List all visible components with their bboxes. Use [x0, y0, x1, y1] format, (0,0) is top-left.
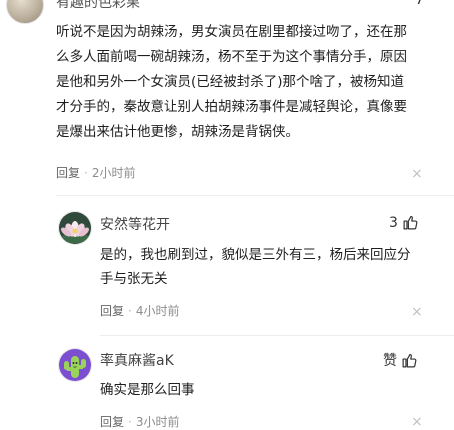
- reply-1-like-count: 3: [389, 214, 398, 231]
- top-comment-like-button[interactable]: 7: [415, 0, 424, 8]
- top-comment-meta: 回复 · 2小时前: [56, 164, 135, 181]
- reply-1-avatar[interactable]: [58, 211, 92, 245]
- reply-1-meta: 回复 · 4小时前: [100, 302, 179, 319]
- thumbs-up-icon: [402, 353, 417, 367]
- divider: [56, 195, 454, 196]
- top-comment-time: 2小时前: [91, 166, 136, 180]
- reply-2-text: 确实是那么回事: [100, 382, 195, 398]
- thumbs-up-icon: [403, 215, 418, 230]
- reply-1-time: 4小时前: [135, 304, 180, 318]
- top-comment-reply-button[interactable]: 回复: [56, 166, 80, 180]
- reply-1-close-icon[interactable]: ×: [411, 304, 423, 320]
- top-comment-avatar[interactable]: [6, 0, 44, 24]
- meta-separator: ·: [128, 415, 132, 429]
- reply-1-reply-button[interactable]: 回复: [100, 304, 124, 318]
- reply-2-meta: 回复 · 3小时前: [100, 413, 179, 430]
- reply-2-reply-button[interactable]: 回复: [100, 415, 124, 429]
- reply-2-time: 3小时前: [135, 415, 180, 429]
- top-comment-close-icon[interactable]: ×: [411, 166, 423, 182]
- reply-2-author[interactable]: 率真麻酱aK: [100, 350, 174, 370]
- reply-1-author[interactable]: 安然等花开: [100, 214, 170, 234]
- reply-2-like-label: 赞: [383, 353, 397, 369]
- top-comment-author[interactable]: 有趣的色彩果: [56, 0, 140, 12]
- top-comment-like-count: 7: [415, 0, 424, 8]
- reply-1-like-button[interactable]: 3: [389, 214, 419, 231]
- lotus-avatar-icon: [59, 212, 91, 244]
- reply-2-avatar[interactable]: [58, 348, 92, 382]
- cactus-avatar-icon: [59, 349, 91, 381]
- meta-separator: ·: [128, 304, 132, 318]
- reply-2-like-button[interactable]: 赞: [383, 350, 418, 370]
- top-comment-text: 听说不是因为胡辣汤，男女演员在剧里都接过吻了，还在那么多人面前喝一碗胡辣汤，杨不…: [56, 24, 407, 140]
- divider: [100, 335, 454, 336]
- meta-separator: ·: [84, 166, 88, 180]
- reply-1-text: 是的，我也刷到过，貌似是三外有三，杨后来回应分手与张无关: [100, 247, 411, 287]
